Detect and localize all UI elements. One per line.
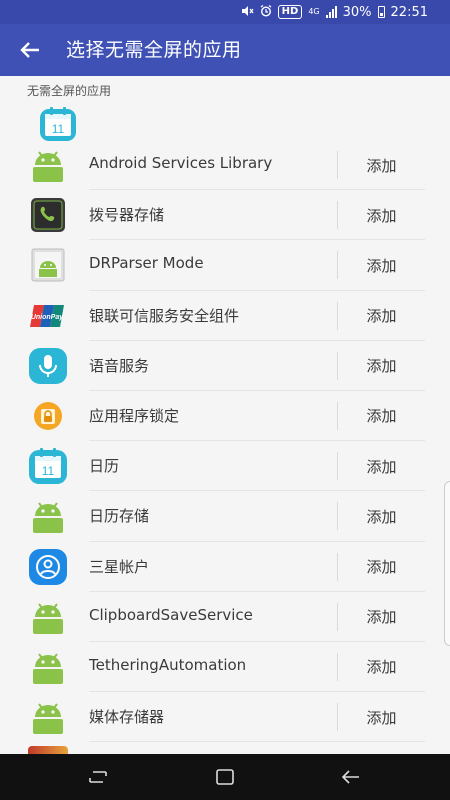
app-name: 日历 bbox=[89, 457, 120, 476]
navigation-bar bbox=[0, 754, 450, 800]
svg-text:11: 11 bbox=[42, 464, 55, 478]
back-button[interactable] bbox=[10, 30, 50, 70]
app-list-item: Android Services Library 添加 bbox=[0, 140, 450, 191]
app-list-item: 语音服务 添加 bbox=[0, 341, 450, 392]
hd-badge: HD bbox=[277, 5, 303, 19]
microphone-icon bbox=[28, 347, 68, 385]
status-bar: HD 4G 30% 22:51 bbox=[0, 0, 450, 24]
arrow-left-icon bbox=[20, 42, 39, 58]
page-title: 选择无需全屏的应用 bbox=[66, 39, 242, 61]
home-button[interactable] bbox=[200, 762, 250, 792]
back-icon bbox=[341, 770, 359, 784]
app-name: 语音服务 bbox=[89, 356, 150, 375]
app-list-item: DRParser Mode 添加 bbox=[0, 240, 450, 291]
add-button[interactable]: 添加 bbox=[338, 240, 425, 290]
app-list-item: 媒体存储器 添加 bbox=[0, 692, 450, 743]
android-generic-icon bbox=[28, 246, 68, 284]
add-button[interactable]: 添加 bbox=[338, 341, 425, 391]
partial-app-icon bbox=[28, 746, 68, 754]
mute-icon bbox=[241, 5, 254, 19]
app-list-item: TetheringAutomation 添加 bbox=[0, 642, 450, 693]
app-list-item: 应用程序锁定 添加 bbox=[0, 391, 450, 442]
app-name: ClipboardSaveService bbox=[89, 605, 253, 624]
scroll-handle[interactable] bbox=[444, 481, 450, 646]
clock: 22:51 bbox=[390, 4, 428, 20]
add-button[interactable]: 添加 bbox=[338, 391, 425, 441]
app-name: DRParser Mode bbox=[89, 254, 204, 273]
calendar-icon: 11 bbox=[28, 447, 68, 485]
app-name: Android Services Library bbox=[89, 154, 273, 172]
signal-icon bbox=[325, 6, 337, 18]
app-list-item: 日历存储 添加 bbox=[0, 491, 450, 542]
recent-apps-button[interactable] bbox=[74, 762, 124, 792]
status-icons: HD 4G 30% 22:51 bbox=[241, 3, 428, 21]
app-list-item: ClipboardSaveService 添加 bbox=[0, 592, 450, 643]
android-icon bbox=[28, 146, 68, 184]
app-list-item: 三星帐户 添加 bbox=[0, 542, 450, 592]
battery-percent: 30% bbox=[342, 4, 372, 20]
svg-text:UnionPay: UnionPay bbox=[31, 314, 64, 321]
app-name: TetheringAutomation bbox=[89, 655, 247, 674]
add-button[interactable]: 添加 bbox=[338, 692, 425, 742]
add-button[interactable]: 添加 bbox=[338, 592, 425, 642]
app-name: 三星帐户 bbox=[89, 557, 150, 576]
app-name: 日历存储 bbox=[89, 507, 150, 526]
app-list-item: UnionPay 银联可信服务安全组件 添加 bbox=[0, 291, 450, 341]
battery-icon bbox=[377, 6, 385, 18]
app-name: 银联可信服务安全组件 bbox=[89, 306, 240, 325]
app-list-panel[interactable]: 无需全屏的应用 11 Android Services Library 添加 拨号器… bbox=[0, 76, 450, 754]
app-name: 媒体存储器 bbox=[89, 708, 165, 727]
add-button[interactable]: 添加 bbox=[338, 542, 425, 592]
android-icon bbox=[28, 698, 68, 736]
svg-text:11: 11 bbox=[52, 122, 65, 136]
phone-icon bbox=[28, 196, 68, 234]
add-button[interactable]: 添加 bbox=[338, 140, 425, 190]
samsung-account-icon bbox=[28, 548, 68, 586]
add-button[interactable]: 添加 bbox=[338, 291, 425, 341]
alarm-icon bbox=[260, 4, 272, 19]
app-list: Android Services Library 添加 拨号器存储 添加 DRParse… bbox=[0, 140, 450, 743]
add-button[interactable]: 添加 bbox=[338, 190, 425, 240]
android-icon bbox=[28, 497, 68, 535]
section-header: 无需全屏的应用 bbox=[27, 84, 112, 98]
nav-back-button[interactable] bbox=[326, 762, 376, 792]
lock-app-icon bbox=[28, 397, 68, 435]
android-icon bbox=[28, 598, 68, 636]
app-list-item: 拨号器存储 添加 bbox=[0, 190, 450, 241]
add-button[interactable]: 添加 bbox=[338, 491, 425, 541]
add-button[interactable]: 添加 bbox=[338, 642, 425, 692]
unionpay-icon: UnionPay bbox=[28, 297, 68, 335]
home-icon bbox=[216, 769, 234, 785]
app-name: 拨号器存储 bbox=[89, 206, 165, 225]
android-icon bbox=[28, 648, 68, 686]
app-name: 应用程序锁定 bbox=[89, 406, 180, 425]
add-button[interactable]: 添加 bbox=[338, 441, 425, 491]
app-list-item: 11 日历 添加 bbox=[0, 441, 450, 492]
network-type: 4G bbox=[308, 7, 320, 16]
recent-apps-icon bbox=[89, 771, 107, 783]
app-bar: 选择无需全屏的应用 bbox=[0, 24, 450, 76]
